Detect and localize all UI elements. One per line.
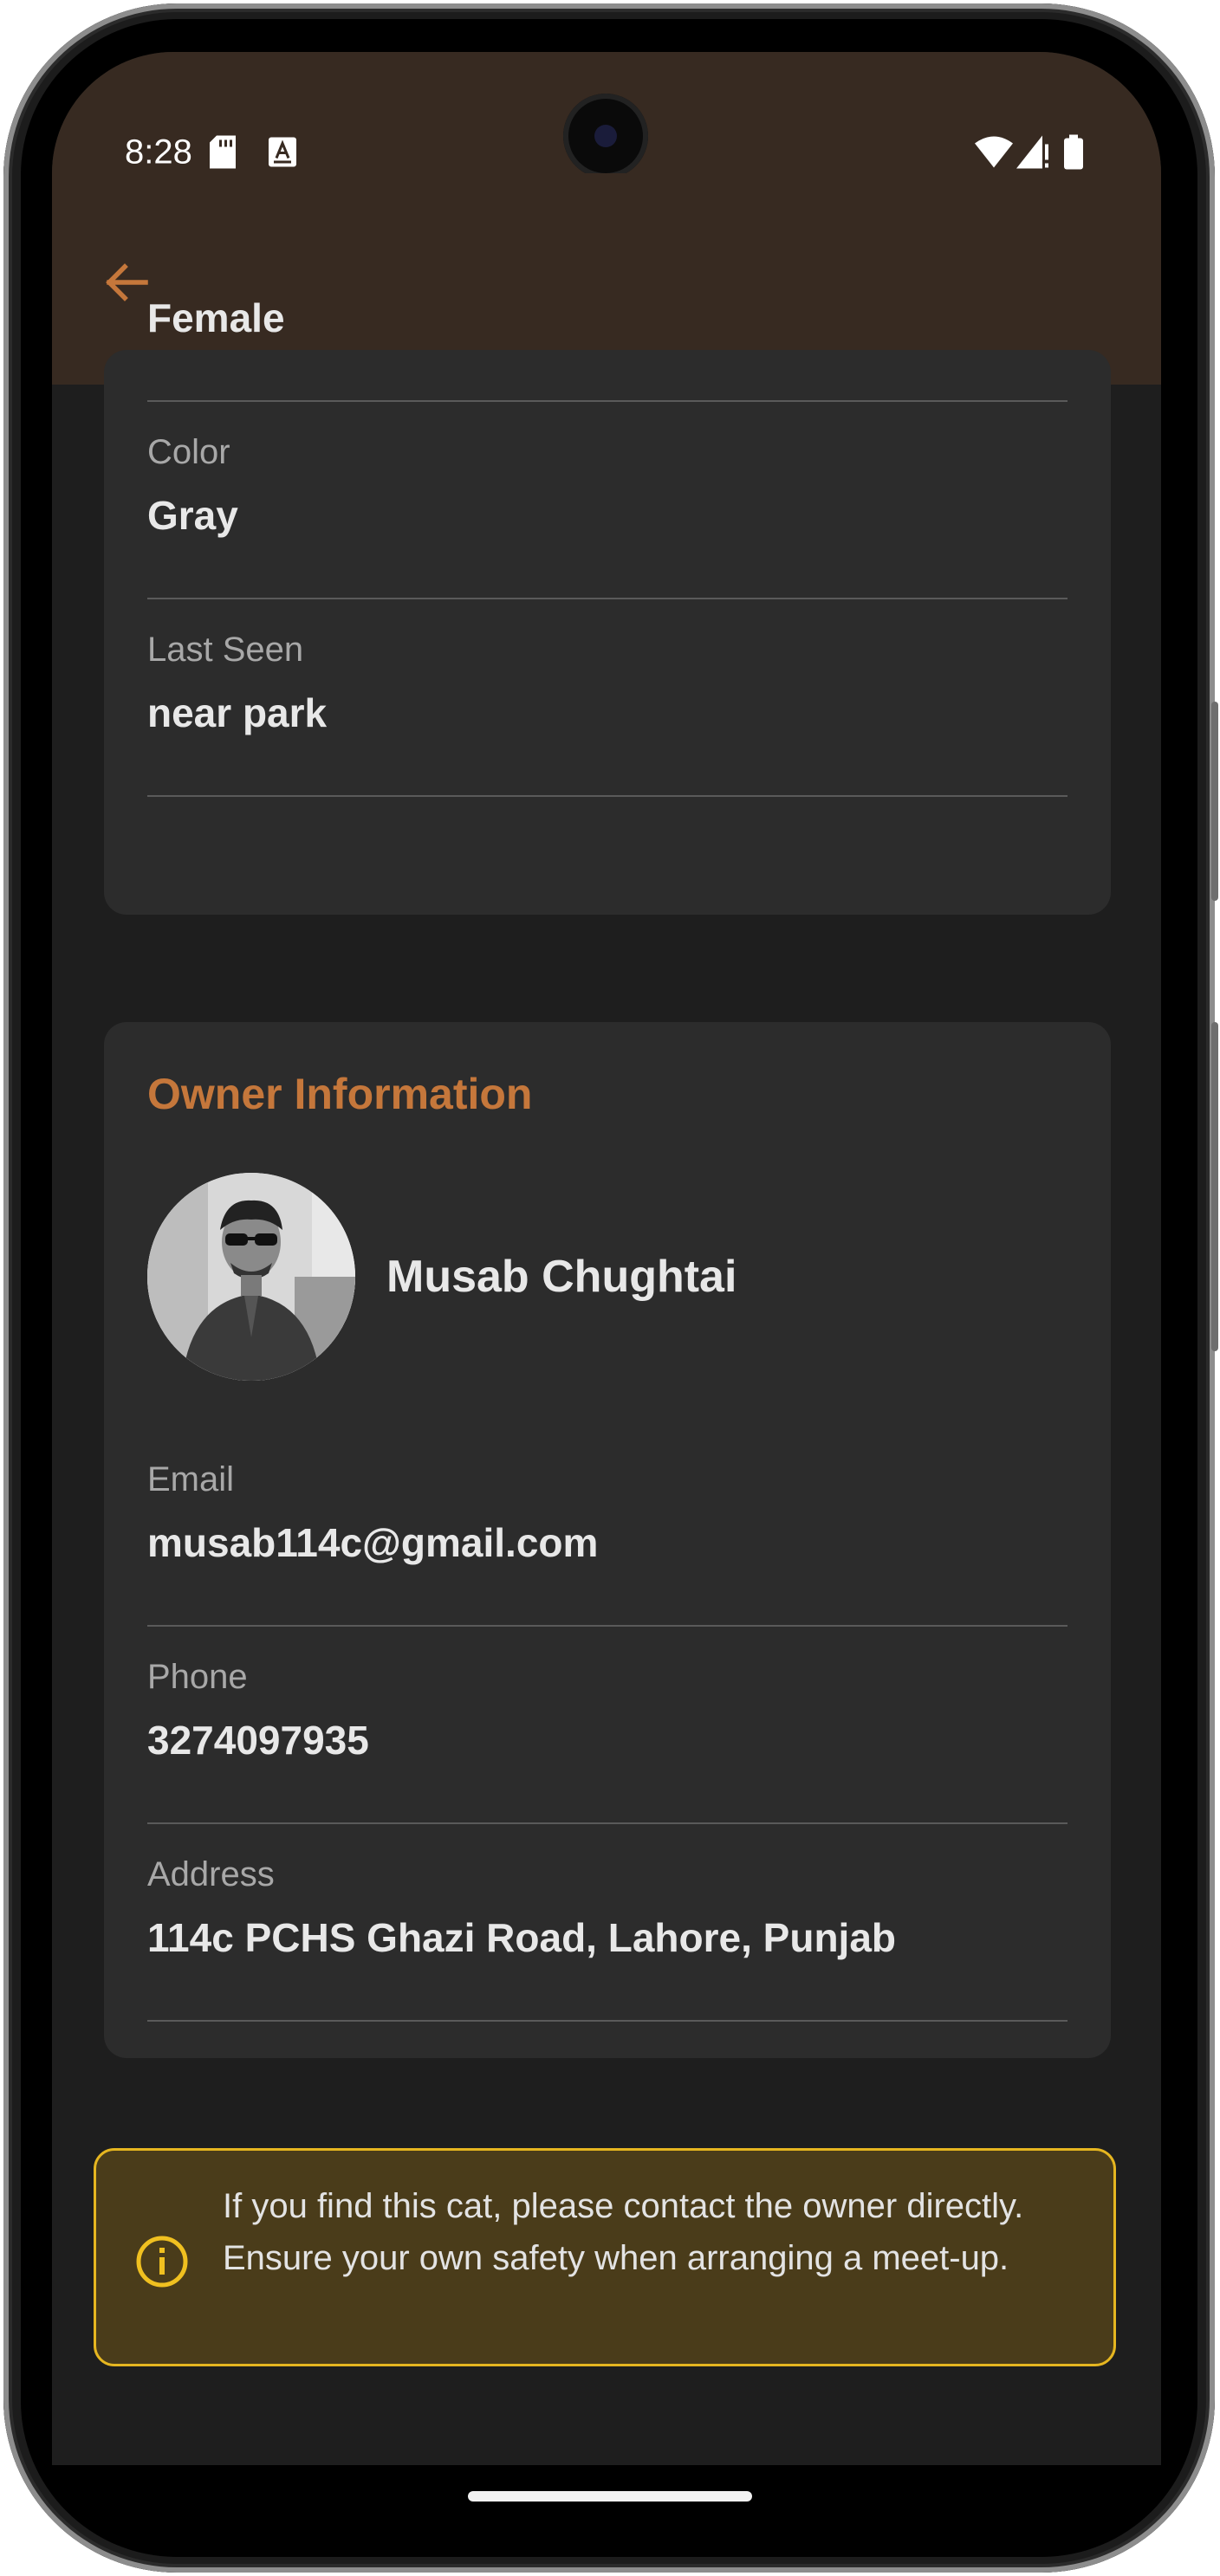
last-seen-field: Last Seen near park xyxy=(147,599,1068,797)
status-time: 8:28 xyxy=(125,133,192,172)
owner-row: Musab Chughtai xyxy=(147,1173,1068,1381)
volume-button xyxy=(1211,702,1218,901)
email-label: Email xyxy=(147,1460,235,1498)
scroll-content[interactable]: Female Color Gray Last Seen near park Ow… xyxy=(52,295,1161,2465)
avatar xyxy=(147,1173,355,1381)
status-bar: 8:28 xyxy=(52,52,1161,178)
last-seen-value: near park xyxy=(147,690,328,735)
text-input-icon xyxy=(269,137,296,172)
screen: 8:28 Female Color Gray Last Seen near pa… xyxy=(52,52,1161,2465)
safety-notice: If you find this cat, please contact the… xyxy=(94,2148,1116,2366)
signal-icon xyxy=(1016,135,1051,173)
gender-field: Female xyxy=(147,204,1068,402)
owner-information-card: Owner Information Musab Chughtai Email m… xyxy=(104,1022,1111,2058)
sd-card-icon xyxy=(210,135,236,173)
home-indicator[interactable] xyxy=(468,2491,752,2502)
color-field: Color Gray xyxy=(147,402,1068,599)
address-field: Address 114c PCHS Ghazi Road, Lahore, Pu… xyxy=(147,1824,1068,2022)
power-button xyxy=(1211,1022,1218,1351)
arrow-left-icon xyxy=(106,263,148,301)
wifi-icon xyxy=(975,136,1013,172)
color-label: Color xyxy=(147,433,230,471)
notice-text: If you find this cat, please contact the… xyxy=(223,2187,1024,2277)
address-label: Address xyxy=(147,1855,275,1893)
section-title: Owner Information xyxy=(147,1070,533,1118)
phone-frame: 8:28 Female Color Gray Last Seen near pa… xyxy=(0,0,1220,2576)
email-field: Email musab114c@gmail.com xyxy=(147,1429,1068,1627)
front-camera xyxy=(563,94,648,178)
divider xyxy=(147,2020,1068,2022)
owner-name: Musab Chughtai xyxy=(386,1252,737,1302)
divider xyxy=(147,795,1068,797)
cat-details-card: Female Color Gray Last Seen near park xyxy=(104,295,1111,915)
phone-label: Phone xyxy=(147,1658,248,1696)
address-value: 114c PCHS Ghazi Road, Lahore, Punjab xyxy=(147,1915,897,1960)
color-value: Gray xyxy=(147,493,238,538)
last-seen-label: Last Seen xyxy=(147,631,304,669)
phone-field: Phone 3274097935 xyxy=(147,1627,1068,1824)
gender-value: Female xyxy=(147,295,285,340)
info-icon xyxy=(136,2236,188,2288)
battery-icon xyxy=(1064,134,1083,174)
phone-value[interactable]: 3274097935 xyxy=(147,1717,369,1764)
email-value[interactable]: musab114c@gmail.com xyxy=(147,1519,598,1566)
